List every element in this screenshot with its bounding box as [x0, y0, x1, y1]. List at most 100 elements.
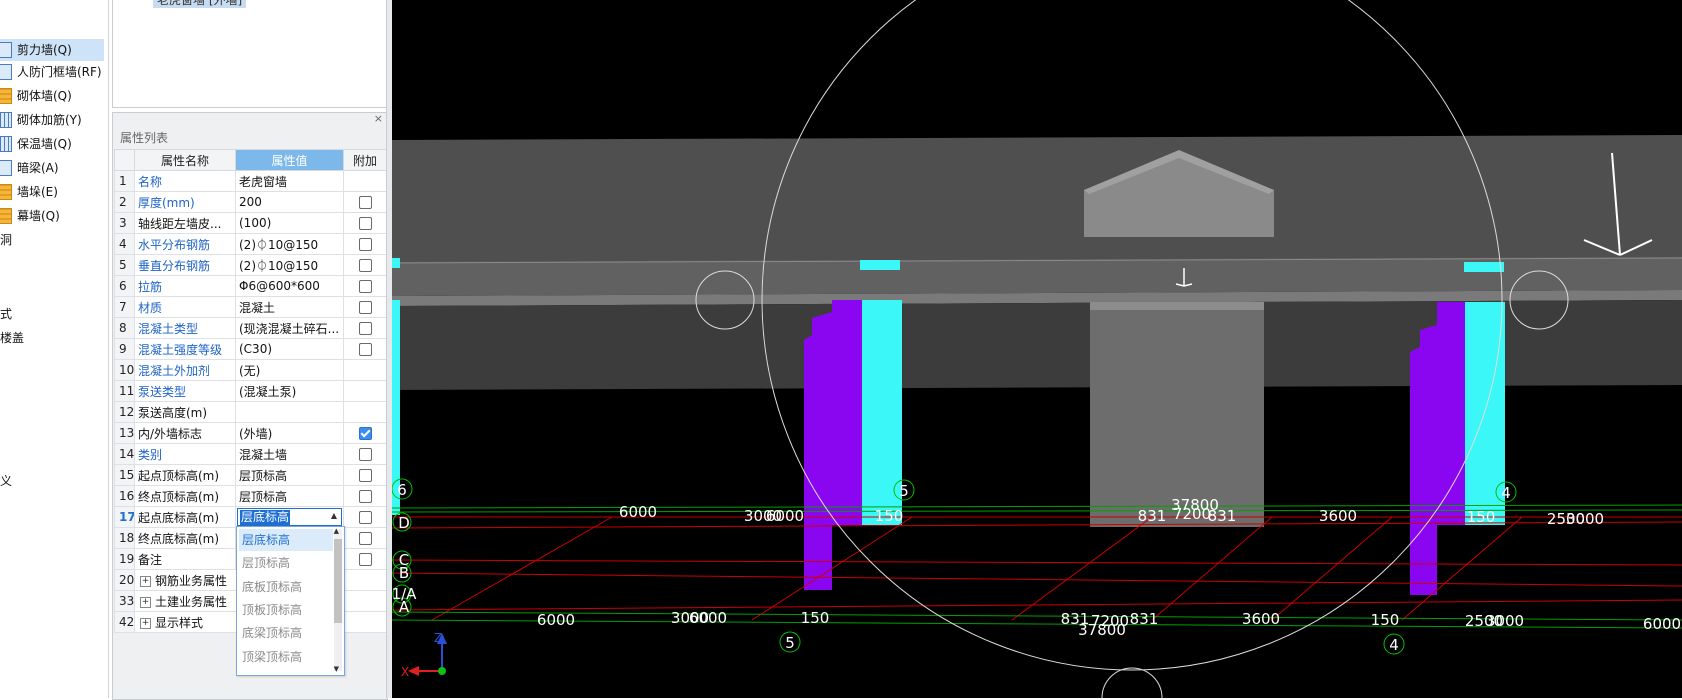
extra-cell	[343, 254, 387, 276]
extra-checkbox[interactable]	[358, 280, 372, 293]
tree-item-floor-cover[interactable]: 楼盖	[0, 327, 24, 349]
tree-item-wall-pier[interactable]: 墙垛(E)	[0, 181, 58, 203]
scrollbar-thumb[interactable]	[334, 539, 342, 623]
property-row[interactable]: 8 混凝土类型 (现浇混凝土碎石...	[114, 317, 387, 339]
row-number: 7	[114, 296, 135, 318]
property-group-label: 土建业务属性	[155, 594, 228, 609]
extra-checkbox[interactable]	[358, 532, 372, 545]
extra-checkbox[interactable]	[358, 343, 372, 356]
masonry-rebar-icon	[0, 111, 12, 128]
column-header-extra[interactable]: 附加	[343, 149, 387, 171]
property-row[interactable]: 3 轴线距左墙皮... (100)	[114, 212, 387, 234]
property-value[interactable]: 混凝土	[235, 296, 344, 318]
property-row[interactable]: 1 名称 老虎窗墙	[114, 170, 387, 192]
tree-item-shear-wall[interactable]: 剪力墙(Q)	[0, 39, 104, 61]
extra-checkbox[interactable]	[358, 322, 372, 335]
property-row[interactable]: 7 材质 混凝土	[114, 296, 387, 318]
property-row[interactable]: 16 终点顶标高(m) 层顶标高	[114, 485, 387, 507]
3d-viewport[interactable]: 6 5 4 D C B 1/A A 5 4 6000 3000 6000 150…	[392, 0, 1682, 698]
extra-checkbox[interactable]	[358, 448, 372, 461]
combobox-value[interactable]: 层底标高	[240, 510, 291, 525]
extra-checkbox[interactable]	[358, 238, 372, 251]
dropdown-option[interactable]: 层顶标高	[239, 552, 333, 574]
property-value[interactable]: (混凝土泵)	[235, 380, 344, 402]
close-icon[interactable]: ×	[374, 113, 383, 125]
expand-icon[interactable]: +	[140, 596, 151, 608]
property-row[interactable]: 14 类别 混凝土墙	[114, 443, 387, 465]
extra-checkbox[interactable]	[358, 217, 372, 230]
property-row[interactable]: 9 混凝土强度等级 (C30)	[114, 338, 387, 360]
property-value[interactable]: (2)⏀10@150	[235, 254, 344, 276]
dropdown-scrollbar[interactable]: ▲ ▼	[334, 527, 342, 673]
wall-purple	[1410, 347, 1420, 595]
tree-item-style[interactable]: 式	[0, 303, 12, 325]
extra-checkbox[interactable]	[358, 301, 372, 314]
dropdown-arrow-icon[interactable]: ▲	[331, 511, 337, 520]
tree-item-opening[interactable]: 洞	[0, 229, 12, 251]
property-value[interactable]: 层顶标高	[235, 485, 344, 507]
rotate-handle-bottom[interactable]	[1101, 667, 1163, 698]
row-number: 20	[114, 569, 135, 591]
dimension-label: 150	[1467, 508, 1496, 526]
scroll-down-icon[interactable]: ▼	[334, 665, 339, 673]
extra-cell	[343, 422, 387, 444]
property-value-editor[interactable]: 层底标高 ▲	[235, 506, 344, 528]
tree-item-masonry-wall[interactable]: 砌体墙(Q)	[0, 85, 72, 107]
property-row[interactable]: 13 内/外墙标志 (外墙)	[114, 422, 387, 444]
property-value[interactable]: (现浇混凝土碎石...	[235, 317, 344, 339]
property-value[interactable]	[235, 401, 344, 423]
property-value[interactable]: (2)⏀10@150	[235, 233, 344, 255]
property-value[interactable]: 老虎窗墙	[235, 170, 344, 192]
extra-checkbox[interactable]	[358, 511, 372, 524]
tree-item-curtain-wall[interactable]: 幕墙(Q)	[0, 205, 60, 227]
column-header-value[interactable]: 属性值	[235, 149, 344, 171]
tree-item-masonry-rebar[interactable]: 砌体加筋(Y)	[0, 109, 82, 131]
property-value[interactable]: (100)	[235, 212, 344, 234]
property-row[interactable]: 5 垂直分布钢筋 (2)⏀10@150	[114, 254, 387, 276]
expand-icon[interactable]: +	[140, 575, 151, 587]
dropdown-option[interactable]: 顶梁顶标高	[239, 646, 333, 668]
dropdown-option[interactable]: 顶板顶标高	[239, 599, 333, 621]
property-value[interactable]: (C30)	[235, 338, 344, 360]
extra-checkbox[interactable]	[358, 553, 372, 566]
tree-item-label: 义	[0, 474, 13, 488]
property-group-label: 钢筋业务属性	[155, 573, 228, 588]
axis-label-bottom: 4	[1389, 636, 1399, 654]
extra-checkbox[interactable]	[358, 427, 372, 440]
dropdown-option[interactable]: 底板顶标高	[239, 576, 333, 598]
dropdown-option[interactable]: 底梁顶标高	[239, 622, 333, 644]
tree-item-door-frame-wall[interactable]: 人防门框墙(RF)	[0, 61, 102, 83]
component-list-item[interactable]: 老虎窗墙 [外墙]	[153, 0, 247, 8]
property-row[interactable]: 17 起点底标高(m) 层底标高 ▲	[114, 506, 387, 528]
dropdown-option[interactable]: 层底标高	[239, 529, 333, 551]
tree-item-insulation-wall[interactable]: 保温墙(Q)	[0, 133, 72, 155]
property-row[interactable]: 11 泵送类型 (混凝土泵)	[114, 380, 387, 402]
property-row[interactable]: 4 水平分布钢筋 (2)⏀10@150	[114, 233, 387, 255]
property-value[interactable]: 混凝土墙	[235, 443, 344, 465]
elevation-combobox[interactable]: 层底标高 ▲	[237, 508, 342, 526]
property-row[interactable]: 6 拉筋 Φ6@600*600	[114, 275, 387, 297]
property-row[interactable]: 15 起点顶标高(m) 层顶标高	[114, 464, 387, 486]
extra-checkbox[interactable]	[358, 469, 372, 482]
expand-icon[interactable]: +	[140, 617, 151, 629]
3d-model-canvas[interactable]: 6 5 4 D C B 1/A A 5 4 6000 3000 6000 150…	[392, 0, 1682, 698]
extra-checkbox[interactable]	[358, 490, 372, 503]
tree-item-hidden-beam[interactable]: 暗梁(A)	[0, 157, 59, 179]
extra-checkbox[interactable]	[358, 259, 372, 272]
tree-item-custom[interactable]: 义	[0, 470, 12, 492]
property-row[interactable]: 2 厚度(mm) 200	[114, 191, 387, 213]
property-row[interactable]: 12 泵送高度(m)	[114, 401, 387, 423]
property-value[interactable]: (无)	[235, 359, 344, 381]
column-header-name[interactable]: 属性名称	[134, 149, 236, 171]
property-value[interactable]: (外墙)	[235, 422, 344, 444]
property-row[interactable]: 10 混凝土外加剂 (无)	[114, 359, 387, 381]
scroll-up-icon[interactable]: ▲	[334, 527, 339, 535]
shear-wall-icon	[0, 41, 12, 58]
property-value[interactable]: Φ6@600*600	[235, 275, 344, 297]
extra-checkbox[interactable]	[358, 196, 372, 209]
property-value[interactable]: 200	[235, 191, 344, 213]
dimension-label: 831	[1208, 507, 1237, 525]
extra-cell	[343, 338, 387, 360]
elevation-dropdown-list[interactable]: 层底标高 层顶标高 底板顶标高 顶板顶标高 底梁顶标高 顶梁顶标高 ▲ ▼	[236, 526, 345, 676]
property-value[interactable]: 层顶标高	[235, 464, 344, 486]
